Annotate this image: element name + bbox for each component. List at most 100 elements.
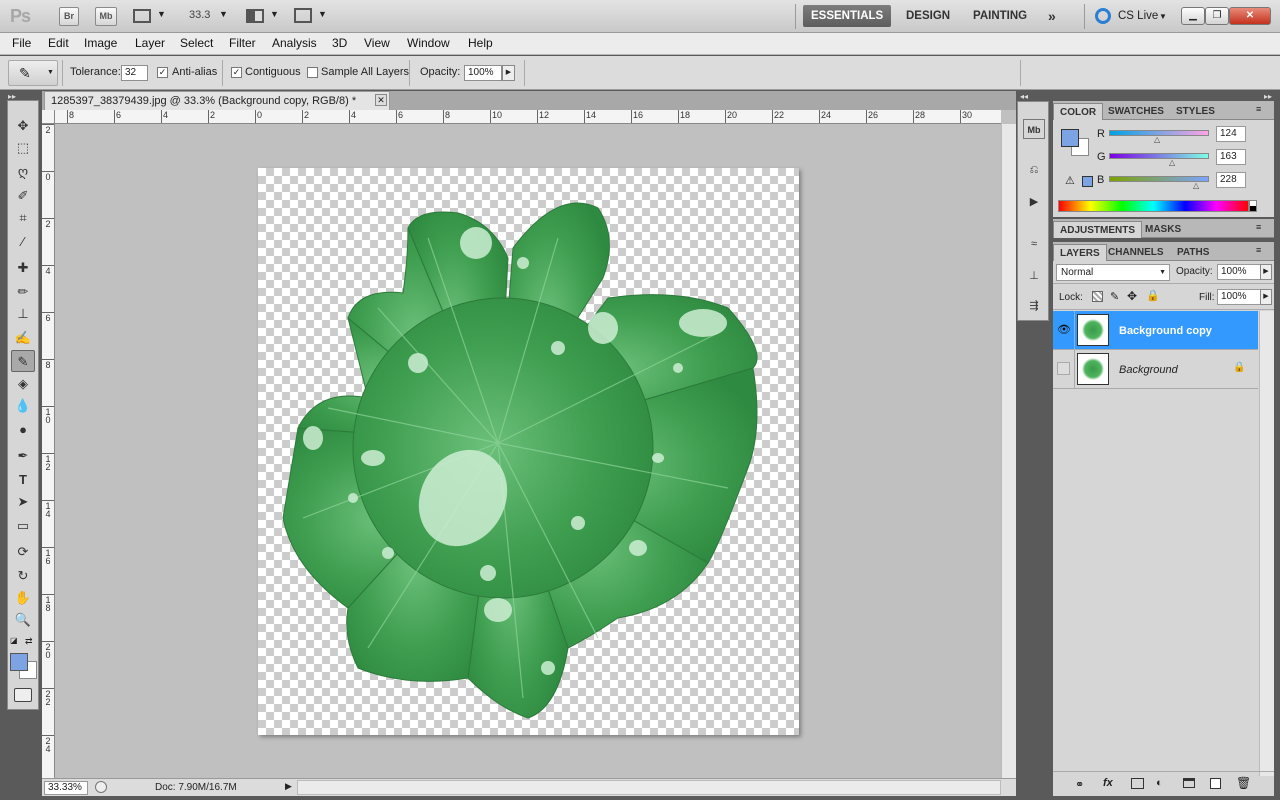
lasso-tool-icon[interactable]: ღ (11, 161, 35, 183)
tab-layers[interactable]: LAYERS (1053, 244, 1107, 261)
tab-color[interactable]: COLOR (1053, 103, 1104, 120)
clone-stamp-tool-icon[interactable]: ⊥ (11, 303, 35, 325)
dodge-tool-icon[interactable]: ● (11, 419, 35, 441)
default-colors-icon[interactable]: ◪ (10, 636, 18, 645)
magic-eraser-tool-icon[interactable]: ✎ (11, 350, 35, 372)
link-layers-icon[interactable]: ⚭ (1075, 778, 1084, 791)
tool-preset-picker[interactable]: ✎ ▼ (8, 60, 58, 86)
quick-mask-icon[interactable] (14, 688, 32, 702)
lock-pixels-icon[interactable]: ✎ (1110, 290, 1119, 303)
layer-row-background-copy[interactable]: 👁 Background copy (1053, 311, 1258, 350)
panel-menu-icon[interactable]: ≡ (1256, 104, 1261, 114)
zoom-level[interactable]: 33.3 (189, 9, 210, 21)
menu-layer[interactable]: Layer (135, 36, 165, 50)
close-button[interactable]: ✕ (1229, 7, 1271, 25)
lock-all-icon[interactable]: 🔒 (1146, 289, 1160, 302)
lock-transparency-icon[interactable] (1092, 291, 1103, 302)
cs-live-button[interactable]: CS Live (1118, 10, 1158, 22)
gamut-swatch[interactable] (1082, 176, 1093, 187)
more-workspaces-icon[interactable]: » (1040, 5, 1064, 27)
document-canvas[interactable] (258, 168, 799, 735)
chevron-down-icon[interactable]: ▼ (270, 9, 279, 19)
status-menu-icon[interactable]: ▶ (285, 781, 292, 792)
3d-rotate-tool-icon[interactable]: ⟳ (11, 541, 35, 563)
green-slider-handle[interactable]: △ (1169, 158, 1175, 167)
actions-panel-icon[interactable]: ▶ (1023, 192, 1045, 212)
extras-icon[interactable] (133, 9, 151, 23)
quick-selection-tool-icon[interactable]: ✐ (11, 185, 35, 207)
layer-style-icon[interactable]: fx (1103, 777, 1113, 789)
foreground-color-swatch[interactable] (10, 653, 28, 671)
workspace-design[interactable]: DESIGN (898, 5, 958, 27)
brush-panel-icon[interactable]: ≈ (1023, 234, 1045, 254)
crop-tool-icon[interactable]: ⌗ (11, 207, 35, 229)
blue-slider-handle[interactable]: △ (1193, 181, 1199, 190)
tab-channels[interactable]: CHANNELS (1102, 244, 1170, 261)
pen-tool-icon[interactable]: ✒ (11, 445, 35, 467)
chevron-down-icon[interactable]: ▼ (219, 9, 228, 19)
add-mask-icon[interactable] (1131, 778, 1144, 789)
panel-menu-icon[interactable]: ≡ (1256, 222, 1261, 232)
restore-button[interactable]: ❐ (1205, 7, 1229, 25)
layer-name[interactable]: Background copy (1119, 325, 1212, 337)
layers-scrollbar[interactable] (1259, 311, 1274, 778)
tab-swatches[interactable]: SWATCHES (1102, 103, 1170, 120)
blue-value[interactable]: 228 (1216, 172, 1246, 188)
swap-colors-icon[interactable]: ⇄ (25, 636, 33, 647)
chevron-down-icon[interactable]: ▼ (1159, 12, 1167, 21)
eye-icon[interactable]: 👁 (1057, 323, 1071, 336)
layer-name[interactable]: Background (1119, 364, 1178, 376)
panel-menu-icon[interactable]: ≡ (1256, 245, 1261, 255)
opacity-input[interactable]: 100% (464, 65, 502, 81)
green-value[interactable]: 163 (1216, 149, 1246, 165)
screen-mode-icon[interactable] (294, 8, 312, 23)
blend-mode-select[interactable]: Normal ▼ (1056, 264, 1170, 281)
type-tool-icon[interactable]: T (11, 469, 35, 491)
chevron-down-icon[interactable]: ▼ (157, 9, 166, 19)
menu-3d[interactable]: 3D (332, 36, 347, 50)
spot-healing-tool-icon[interactable]: ✚ (11, 257, 35, 279)
tab-adjustments[interactable]: ADJUSTMENTS (1053, 221, 1143, 238)
workspace-essentials[interactable]: ESSENTIALS (803, 5, 892, 27)
expand-panels-icon[interactable]: ◂◂ (1020, 92, 1028, 101)
adjustment-layer-icon[interactable]: ◐ (1156, 777, 1163, 789)
opacity-slider-toggle[interactable]: ▶ (502, 65, 515, 81)
menu-analysis[interactable]: Analysis (272, 36, 317, 50)
mini-bridge-panel-icon[interactable]: Mb (1023, 119, 1045, 139)
menu-view[interactable]: View (364, 36, 390, 50)
green-slider[interactable] (1109, 153, 1209, 159)
warning-icon[interactable]: ⚠ (1065, 174, 1075, 187)
lock-position-icon[interactable]: ✥ (1127, 289, 1137, 303)
document-tab[interactable]: 1285397_38379439.jpg @ 33.3% (Background… (44, 91, 390, 110)
move-tool-icon[interactable]: ✥ (11, 115, 35, 137)
zoom-field[interactable]: 33.33% (44, 781, 88, 795)
arrange-documents-icon[interactable] (246, 9, 264, 23)
menu-help[interactable]: Help (468, 36, 493, 50)
layer-row-background[interactable]: Background 🔒 (1053, 350, 1258, 389)
new-group-icon[interactable] (1183, 778, 1195, 788)
workspace-painting[interactable]: PAINTING (965, 5, 1035, 27)
vertical-ruler[interactable]: 2 0 2 4 6 8 1 0 1 2 1 4 1 6 1 8 2 0 2 2 2 4 (42, 110, 55, 778)
tab-styles[interactable]: STYLES (1170, 103, 1221, 120)
tab-paths[interactable]: PATHS (1171, 244, 1215, 261)
close-document-icon[interactable]: ✕ (375, 94, 387, 106)
color-ramp[interactable] (1058, 200, 1249, 212)
chevron-down-icon[interactable]: ▼ (318, 9, 327, 19)
mini-bridge-button[interactable]: Mb (95, 7, 117, 26)
path-selection-tool-icon[interactable]: ➤ (11, 491, 35, 513)
layer-opacity-input[interactable]: 100% (1217, 264, 1261, 280)
antialias-checkbox[interactable]: ✓ (157, 67, 168, 78)
menu-window[interactable]: Window (407, 36, 450, 50)
minimize-button[interactable]: ▁ (1181, 7, 1205, 25)
visibility-toggle[interactable] (1057, 362, 1070, 375)
tolerance-input[interactable]: 32 (121, 65, 148, 81)
hand-tool-icon[interactable]: ✋ (11, 587, 35, 609)
red-value[interactable]: 124 (1216, 126, 1246, 142)
delete-layer-icon[interactable]: 🗑 (1236, 776, 1251, 790)
tab-masks[interactable]: MASKS (1139, 221, 1187, 238)
history-panel-icon[interactable]: ⎌ (1023, 160, 1045, 180)
fill-slider-toggle[interactable]: ▶ (1260, 289, 1272, 305)
bridge-button[interactable]: Br (59, 7, 79, 26)
blur-tool-icon[interactable]: 💧 (11, 395, 35, 417)
clone-source-panel-icon[interactable]: ⊥ (1023, 266, 1045, 286)
